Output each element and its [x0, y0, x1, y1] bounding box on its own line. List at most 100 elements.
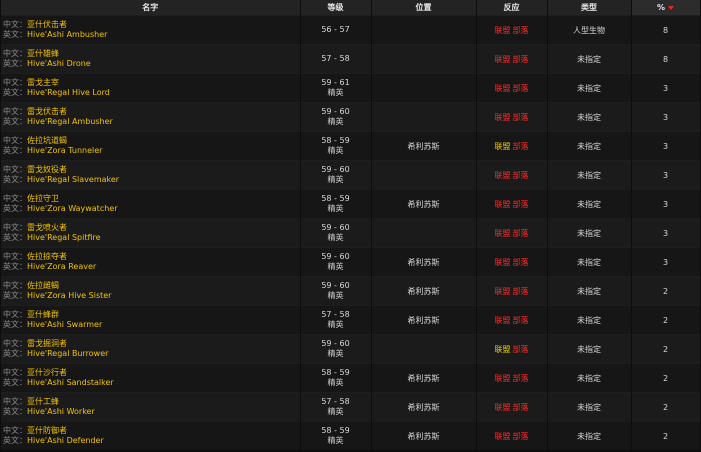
chinese-name-line: 中文：雷戈喷火者 — [3, 223, 299, 233]
level-cell: 59 - 60 精英 — [300, 334, 372, 364]
reaction-horde: 部落 — [512, 373, 529, 383]
chinese-lang-label: 中文： — [3, 426, 27, 435]
table-row: 中文：佐拉掠夺者 英文：Hive'Zora Reaver 59 - 60 精英 希利苏斯… — [1, 247, 701, 277]
npc-chinese-name-link[interactable]: 亚什沙行者 — [27, 368, 67, 377]
table-row: 中文：亚什伏击者 英文：Hive'Ashi Ambusher 56 - 57 联盟 部落… — [1, 15, 701, 45]
location-cell[interactable] — [371, 160, 477, 190]
npc-chinese-name-link[interactable]: 雷戈奴役者 — [27, 165, 67, 174]
level-classification: 精英 — [327, 436, 344, 445]
npc-english-name-link[interactable]: Hive'Ashi Drone — [27, 59, 91, 68]
name-cell: 中文：雷戈主宰 英文：Hive'Regal Hive Lord — [1, 73, 301, 103]
column-header-reaction[interactable]: 反应 — [476, 0, 548, 16]
npc-english-name-link[interactable]: Hive'Zora Tunneler — [27, 146, 102, 155]
npc-chinese-name-link[interactable]: 亚什蜂群 — [27, 310, 59, 319]
percent-cell: 3 — [631, 189, 701, 219]
location-cell[interactable]: 希利苏斯 — [371, 247, 477, 277]
chinese-name-line: 中文：亚什防御者 — [3, 426, 299, 436]
npc-english-name-link[interactable]: Hive'Zora Waywatcher — [27, 204, 118, 213]
column-header-name[interactable]: 名字 — [1, 0, 301, 16]
location-cell[interactable] — [371, 15, 477, 45]
name-cell: 中文：佐拉雌蝎 英文：Hive'Zora Hive Sister — [1, 276, 301, 306]
type-cell: 未指定 — [547, 160, 632, 190]
reaction-horde: 部落 — [512, 54, 529, 64]
npc-chinese-name-link[interactable]: 亚什伏击者 — [27, 20, 67, 29]
column-header-percent[interactable]: % — [631, 0, 701, 16]
chinese-name-line: 中文：亚什伏击者 — [3, 20, 299, 30]
chinese-lang-label: 中文： — [3, 107, 27, 116]
npc-chinese-name-link[interactable]: 佐拉坑道蝎 — [27, 136, 67, 145]
npc-chinese-name-link[interactable]: 亚什雄蜂 — [27, 49, 59, 58]
location-cell[interactable]: 希利苏斯 — [371, 189, 477, 219]
table-row: 中文：佐拉守卫 英文：Hive'Zora Waywatcher 58 - 59 精英希… — [1, 189, 701, 219]
npc-english-name-link[interactable]: Hive'Ashi Ambusher — [27, 30, 107, 39]
location-cell[interactable] — [371, 73, 477, 103]
location-cell[interactable] — [371, 44, 477, 74]
npc-english-name-link[interactable]: Hive'Zora Hive Sister — [27, 291, 111, 300]
location-cell[interactable]: 希利苏斯 — [371, 421, 477, 450]
npc-english-name-link[interactable]: Hive'Zora Reaver — [27, 262, 96, 271]
npc-chinese-name-link[interactable]: 佐拉掠夺者 — [27, 252, 67, 261]
table-row: 中文：亚什蜂群 英文：Hive'Ashi Swarmer 57 - 58 精英 希利苏斯… — [1, 305, 701, 335]
level-classification: 精英 — [327, 233, 344, 242]
location-cell[interactable]: 希利苏斯 — [371, 392, 477, 422]
reaction-horde: 部落 — [512, 257, 529, 267]
english-name-line: 英文：Hive'Regal Burrower — [3, 349, 299, 359]
level-classification: 精英 — [327, 88, 344, 97]
reaction-alliance: 联盟 — [494, 431, 511, 441]
level-range: 59 - 60 — [321, 339, 350, 348]
chinese-lang-label: 中文： — [3, 49, 27, 58]
english-lang-label: 英文： — [3, 407, 27, 416]
location-cell[interactable] — [371, 102, 477, 132]
name-cell: 中文：雷戈喷火者 英文：Hive'Regal Spitfire — [1, 218, 301, 248]
npc-english-name-link[interactable]: Hive'Ashi Worker — [27, 407, 95, 416]
npc-chinese-name-link[interactable]: 亚什防御者 — [27, 426, 67, 435]
level-cell: 58 - 59 精英 — [300, 131, 372, 161]
chinese-name-line: 中文：雷戈主宰 — [3, 78, 299, 88]
name-cell: 中文：佐拉坑道蝎 英文：Hive'Zora Tunneler — [1, 131, 301, 161]
npc-chinese-name-link[interactable]: 雷戈主宰 — [27, 78, 59, 87]
level-range: 58 - 59 — [321, 136, 350, 145]
chinese-name-line: 中文：佐拉坑道蝎 — [3, 136, 299, 146]
english-lang-label: 英文： — [3, 291, 27, 300]
npc-chinese-name-link[interactable]: 雷戈伏击者 — [27, 107, 67, 116]
sort-descending-icon — [668, 5, 674, 10]
npc-chinese-name-link[interactable]: 佐拉守卫 — [27, 194, 59, 203]
npc-chinese-name-link[interactable]: 佐拉雌蝎 — [27, 281, 59, 290]
level-classification: 精英 — [327, 204, 344, 213]
npc-english-name-link[interactable]: Hive'Regal Spitfire — [27, 233, 101, 242]
column-header-level[interactable]: 等级 — [300, 0, 372, 16]
type-cell: 未指定 — [547, 102, 632, 132]
npc-english-name-link[interactable]: Hive'Ashi Defender — [27, 436, 104, 445]
level-cell: 58 - 59 精英 — [300, 189, 372, 219]
percent-cell: 3 — [631, 218, 701, 248]
npc-english-name-link[interactable]: Hive'Ashi Swarmer — [27, 320, 102, 329]
npc-chinese-name-link[interactable]: 雷戈喷火者 — [27, 223, 67, 232]
npc-chinese-name-link[interactable]: 雷戈掘洞者 — [27, 339, 67, 348]
chinese-lang-label: 中文： — [3, 310, 27, 319]
npc-english-name-link[interactable]: Hive'Regal Ambusher — [27, 117, 113, 126]
location-cell[interactable] — [371, 218, 477, 248]
npc-english-name-link[interactable]: Hive'Ashi Sandstalker — [27, 378, 114, 387]
level-cell: 56 - 57 — [300, 15, 372, 45]
npc-english-name-link[interactable]: Hive'Regal Slavemaker — [27, 175, 119, 184]
column-header-location[interactable]: 位置 — [371, 0, 477, 16]
english-lang-label: 英文： — [3, 59, 27, 68]
location-cell[interactable]: 希利苏斯 — [371, 305, 477, 335]
english-lang-label: 英文： — [3, 378, 27, 387]
reaction-cell: 联盟 部落 — [476, 276, 548, 306]
reaction-alliance: 联盟 — [494, 402, 511, 412]
location-cell[interactable] — [371, 334, 477, 364]
percent-cell: 3 — [631, 73, 701, 103]
level-cell: 59 - 60 精英 — [300, 276, 372, 306]
location-cell[interactable]: 希利苏斯 — [371, 131, 477, 161]
location-cell[interactable]: 希利苏斯 — [371, 276, 477, 306]
npc-english-name-link[interactable]: Hive'Regal Hive Lord — [27, 88, 110, 97]
chinese-name-line: 中文：亚什沙行者 — [3, 368, 299, 378]
npc-english-name-link[interactable]: Hive'Regal Burrower — [27, 349, 108, 358]
reaction-alliance: 联盟 — [494, 170, 511, 180]
column-header-type[interactable]: 类型 — [547, 0, 632, 16]
npc-chinese-name-link[interactable]: 亚什工蜂 — [27, 397, 59, 406]
location-cell[interactable]: 希利苏斯 — [371, 363, 477, 393]
english-name-line: 英文：Hive'Ashi Sandstalker — [3, 378, 299, 388]
name-cell: 中文：雷戈伏击者 英文：Hive'Regal Ambusher — [1, 102, 301, 132]
